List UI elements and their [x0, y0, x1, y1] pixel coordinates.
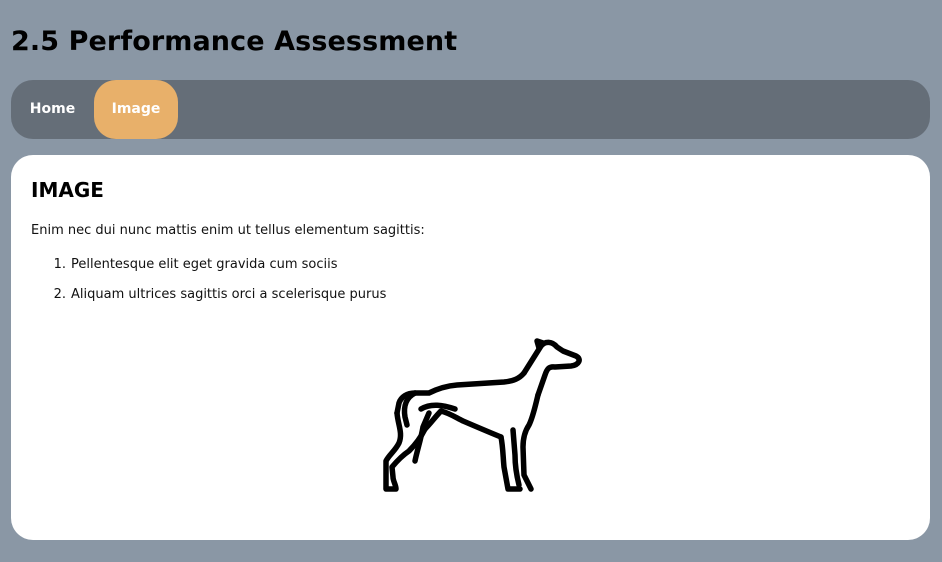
content-card: IMAGE Enim nec dui nunc mattis enim ut t… [11, 155, 930, 540]
section-heading: IMAGE [31, 178, 104, 202]
list-item-number: 2. [53, 287, 66, 302]
ordered-list: 1. Pellentesque elit eget gravida cum so… [31, 255, 387, 315]
list-item-text: Aliquam ultrices sagittis orci a sceleri… [71, 287, 387, 302]
nav-item-image[interactable]: Image [94, 80, 178, 139]
greyhound-dog-icon [383, 338, 582, 492]
main-navbar: Home Image [11, 80, 930, 139]
list-item: 2. Aliquam ultrices sagittis orci a scel… [31, 285, 387, 305]
page-title: 2.5 Performance Assessment [11, 26, 458, 57]
nav-item-home[interactable]: Home [11, 80, 94, 139]
list-item-number: 1. [53, 257, 66, 272]
list-item-text: Pellentesque elit eget gravida cum socii… [71, 257, 338, 272]
intro-paragraph: Enim nec dui nunc mattis enim ut tellus … [31, 223, 425, 238]
list-item: 1. Pellentesque elit eget gravida cum so… [31, 255, 386, 275]
